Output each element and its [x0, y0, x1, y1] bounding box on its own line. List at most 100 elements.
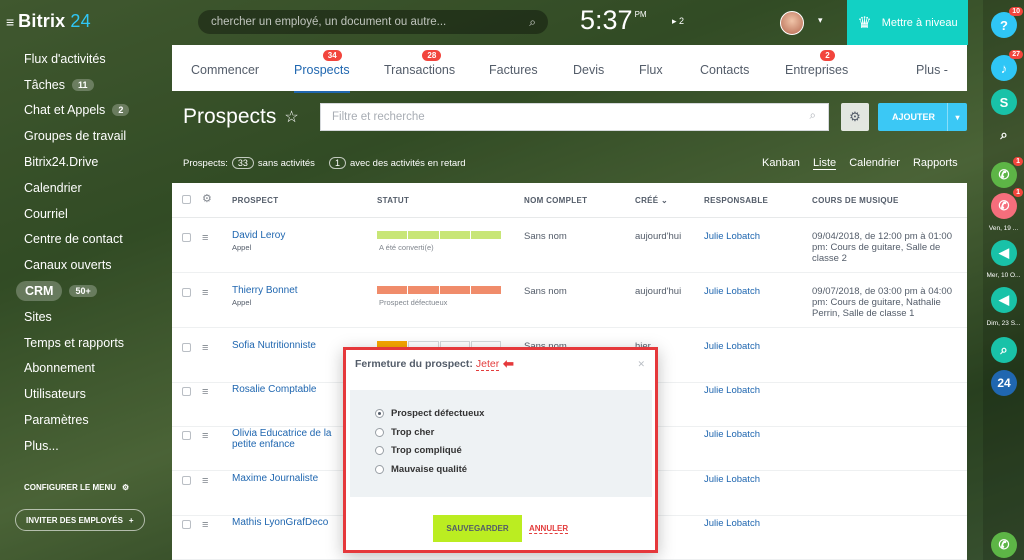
logo[interactable]: ≡ Bitrix 24 — [6, 11, 91, 32]
sidebar-item[interactable]: Chat et Appels 2 — [0, 98, 172, 124]
discard-link[interactable]: Jeter — [475, 358, 500, 371]
configure-menu-link[interactable]: CONFIGURER LE MENU ⚙ — [24, 483, 129, 492]
sidebar-item[interactable]: Sites — [0, 304, 172, 330]
counter-count[interactable]: 33 — [231, 157, 254, 169]
tab-entreprises[interactable]: Entreprises 2 — [785, 50, 848, 77]
cancel-button[interactable]: ANNULER — [529, 524, 569, 534]
prospect-name-link[interactable]: David Leroy — [232, 230, 344, 241]
chat-search-icon[interactable]: ⌕ — [991, 337, 1017, 363]
reason-option[interactable]: Trop cher — [375, 427, 434, 438]
tab-prospects[interactable]: Prospects 34 — [294, 50, 350, 93]
clock[interactable]: 5:37 PM — [580, 5, 647, 36]
column-music-course[interactable]: COURS DE MUSIQUE — [812, 196, 899, 205]
sidebar-item[interactable]: Tâches 11 — [0, 72, 172, 98]
radio-button[interactable] — [375, 446, 384, 455]
phone-icon[interactable]: ✆ 1 — [991, 157, 1023, 188]
phone-missed-icon[interactable]: ✆ 1 — [991, 188, 1023, 219]
sidebar-item[interactable]: Temps et rapports — [0, 330, 172, 356]
tab-devis[interactable]: Devis — [573, 63, 604, 77]
search-icon[interactable]: ⌕ — [529, 15, 536, 30]
column-fullname[interactable]: NOM COMPLET — [524, 196, 587, 205]
chevron-down-icon[interactable]: ▾ — [818, 15, 823, 26]
prospect-name-link[interactable]: Maxime Journaliste — [232, 473, 344, 484]
radio-button[interactable] — [375, 427, 384, 437]
menu-icon[interactable]: ≡ — [6, 14, 14, 30]
prospect-name-link[interactable]: Rosalie Comptable — [232, 384, 344, 395]
prospect-name-link[interactable]: Sofia Nutritionniste — [232, 340, 344, 351]
view-liste[interactable]: Liste — [812, 157, 837, 170]
tab-transactions[interactable]: Transactions 28 — [384, 50, 455, 77]
responsible-link[interactable]: Julie Lobatch — [704, 429, 760, 440]
prospect-name-link[interactable]: Olivia Educatrice de la petite enfance — [232, 428, 344, 450]
sidebar-item[interactable]: Plus... — [0, 433, 172, 459]
prospect-name-link[interactable]: Mathis LyonGrafDeco — [232, 517, 344, 528]
search-icon[interactable]: ⌕ — [991, 122, 1017, 148]
search-icon[interactable]: ⌕ — [810, 110, 816, 123]
radio-button[interactable] — [375, 409, 384, 418]
sidebar-item[interactable]: CRM 50+ — [0, 278, 172, 304]
tab-contacts[interactable]: Contacts — [700, 63, 749, 77]
counter-late[interactable]: 1 — [328, 157, 346, 169]
column-prospect[interactable]: PROSPECT — [232, 196, 278, 205]
tab-commencer[interactable]: Commencer — [191, 63, 259, 77]
column-responsible[interactable]: RESPONSABLE — [704, 196, 768, 205]
gear-icon[interactable]: ⚙ — [202, 192, 212, 205]
table-row[interactable]: ≡ Thierry Bonnet Appel Prospect défectueux S… — [172, 273, 967, 328]
close-icon[interactable]: ✕ — [637, 359, 645, 370]
sidebar-item[interactable]: Abonnement — [0, 356, 172, 382]
sidebar-item[interactable]: Centre de contact — [0, 227, 172, 253]
hamburger-icon[interactable]: ≡ — [202, 232, 208, 244]
hamburger-icon[interactable]: ≡ — [202, 475, 208, 487]
view-calendrier[interactable]: Calendrier — [849, 157, 900, 170]
reason-option[interactable]: Trop compliqué — [375, 445, 462, 456]
tab-plus[interactable]: Plus - — [916, 63, 948, 77]
row-checkbox[interactable] — [182, 387, 191, 396]
status-progress[interactable] — [377, 231, 501, 239]
help-icon[interactable]: ? 10 — [991, 7, 1023, 38]
save-button[interactable]: SAUVEGARDER — [433, 515, 522, 542]
phone-icon[interactable]: ✆ — [991, 532, 1017, 558]
radio-button[interactable] — [375, 464, 384, 474]
chevron-down-icon[interactable]: ▾ — [947, 103, 967, 131]
row-checkbox[interactable] — [182, 343, 191, 352]
responsible-link[interactable]: Julie Lobatch — [704, 385, 760, 396]
row-checkbox[interactable] — [182, 288, 191, 297]
invite-employees-button[interactable]: INVITER DES EMPLOYÉS + — [15, 509, 145, 531]
row-checkbox[interactable] — [182, 431, 191, 440]
column-created[interactable]: CRÉÉ ⌄ — [635, 196, 668, 205]
responsible-link[interactable]: Julie Lobatch — [704, 518, 760, 529]
status-progress[interactable] — [377, 286, 501, 294]
global-search-input[interactable]: chercher un employé, un document ou autr… — [198, 10, 548, 34]
hamburger-icon[interactable]: ≡ — [202, 519, 208, 531]
sidebar-item[interactable]: Paramètres — [0, 407, 172, 433]
responsible-link[interactable]: Julie Lobatch — [704, 231, 760, 242]
user-avatar[interactable] — [780, 11, 804, 35]
sidebar-item[interactable]: Flux d'activités — [0, 46, 172, 72]
skype-icon[interactable]: S — [991, 89, 1017, 115]
hamburger-icon[interactable]: ≡ — [202, 342, 208, 354]
upgrade-button[interactable]: ♛ Mettre à niveau — [847, 0, 968, 45]
sidebar-item[interactable]: Canaux ouverts — [0, 252, 172, 278]
view-rapports[interactable]: Rapports — [913, 157, 958, 170]
hamburger-icon[interactable]: ≡ — [202, 430, 208, 442]
sidebar-item[interactable]: Groupes de travail — [0, 123, 172, 149]
hamburger-icon[interactable]: ≡ — [202, 287, 208, 299]
sidebar-item[interactable]: Utilisateurs — [0, 381, 172, 407]
filter-search-input[interactable]: Filtre et recherche ⌕ — [320, 103, 829, 131]
settings-button[interactable]: ⚙ — [841, 103, 869, 131]
hamburger-icon[interactable]: ≡ — [202, 386, 208, 398]
sidebar-item[interactable]: Calendrier — [0, 175, 172, 201]
table-row[interactable]: ≡ David Leroy Appel A été converti(e) Sans n… — [172, 218, 967, 273]
sidebar-item[interactable]: Courriel — [0, 201, 172, 227]
star-icon[interactable]: ☆ — [284, 107, 298, 127]
row-checkbox[interactable] — [182, 233, 191, 242]
prospect-name-link[interactable]: Thierry Bonnet — [232, 285, 344, 296]
row-checkbox[interactable] — [182, 520, 191, 529]
tab-flux[interactable]: Flux — [639, 63, 663, 77]
sidebar-item[interactable]: Bitrix24.Drive — [0, 149, 172, 175]
tab-factures[interactable]: Factures — [489, 63, 538, 77]
select-all-checkbox[interactable] — [182, 195, 191, 204]
view-kanban[interactable]: Kanban — [762, 157, 800, 170]
bell-icon[interactable]: ♪ 27 — [991, 50, 1023, 81]
row-checkbox[interactable] — [182, 476, 191, 485]
